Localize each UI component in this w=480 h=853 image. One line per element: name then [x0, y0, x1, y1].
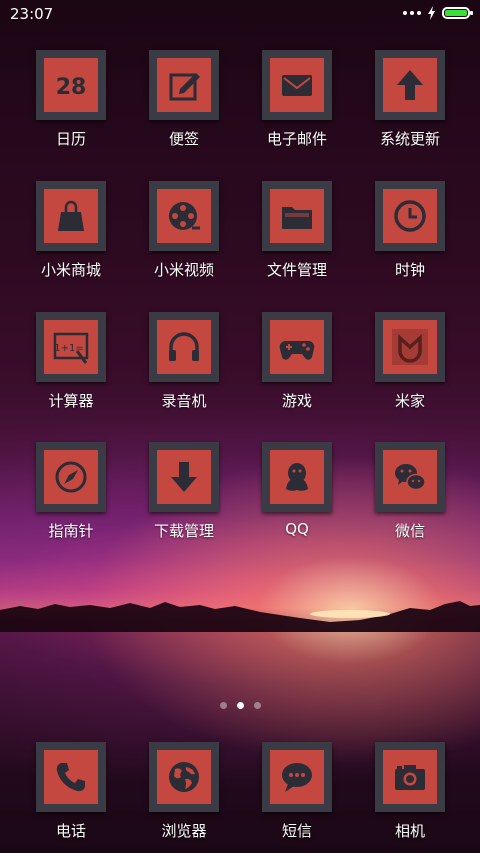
app-compass[interactable]: 指南针: [16, 442, 126, 541]
status-time: 23:07: [10, 5, 54, 23]
app-tile[interactable]: [262, 181, 332, 251]
app-tile[interactable]: [149, 442, 219, 512]
app-camera[interactable]: 相机: [355, 742, 465, 841]
app-label: 电子邮件: [266, 130, 327, 148]
app-label: 指南针: [48, 522, 94, 540]
folder-icon: [270, 189, 324, 243]
app-tile[interactable]: [149, 50, 219, 120]
app-qq-penguin[interactable]: QQ: [242, 442, 352, 538]
svg-text:28: 28: [56, 75, 87, 100]
notes-icon: [157, 58, 211, 112]
mijia-icon: [383, 320, 437, 374]
page-dot[interactable]: [236, 702, 244, 709]
app-tile[interactable]: [149, 742, 219, 812]
film-reel-icon: [157, 189, 211, 243]
message-bubble-icon: [270, 750, 324, 804]
page-indicator: [0, 702, 480, 709]
app-tile[interactable]: 1+1=: [36, 312, 106, 382]
app-mail[interactable]: 电子邮件: [242, 50, 352, 149]
app-update-arrow[interactable]: 系统更新: [355, 50, 465, 149]
app-tile[interactable]: [262, 50, 332, 120]
app-tile[interactable]: [36, 742, 106, 812]
app-clock[interactable]: 时钟: [355, 181, 465, 280]
app-phone[interactable]: 电话: [16, 742, 126, 841]
mountain-horizon-wallpaper: [0, 601, 480, 632]
app-notes[interactable]: 便签: [129, 50, 239, 149]
app-label: 时钟: [394, 261, 425, 279]
app-gamepad[interactable]: 游戏: [242, 312, 352, 411]
app-globe[interactable]: 浏览器: [129, 742, 239, 841]
calendar-icon: 28: [44, 58, 98, 112]
app-label: 日历: [55, 130, 86, 148]
page-dot[interactable]: [253, 702, 261, 709]
app-label: 游戏: [281, 392, 312, 410]
app-wechat[interactable]: 微信: [355, 442, 465, 541]
calculator-icon: 1+1=: [44, 320, 98, 374]
mail-icon: [270, 58, 324, 112]
compass-icon: [44, 450, 98, 504]
battery-icon: [442, 7, 473, 19]
app-label: 小米视频: [153, 261, 214, 279]
update-arrow-icon: [383, 58, 437, 112]
gamepad-icon: [270, 320, 324, 374]
app-label: 录音机: [161, 392, 207, 410]
app-label: 浏览器: [161, 822, 207, 840]
app-folder[interactable]: 文件管理: [242, 181, 352, 280]
app-label: QQ: [285, 520, 309, 538]
app-mijia[interactable]: 米家: [355, 312, 465, 411]
app-label: 便签: [168, 130, 199, 148]
app-label: 小米商城: [40, 261, 101, 279]
globe-icon: [157, 750, 211, 804]
app-label: 下载管理: [153, 522, 214, 540]
app-label: 系统更新: [379, 130, 440, 148]
shopping-bag-icon: [44, 189, 98, 243]
phone-icon: [44, 750, 98, 804]
app-tile[interactable]: [36, 442, 106, 512]
app-calendar[interactable]: 28 日历: [16, 50, 126, 149]
battery-level-fill: [445, 10, 467, 16]
wechat-icon: [383, 450, 437, 504]
page-dot[interactable]: [219, 702, 227, 709]
app-message-bubble[interactable]: 短信: [242, 742, 352, 841]
app-tile[interactable]: [262, 312, 332, 382]
app-tile[interactable]: [262, 442, 332, 512]
app-label: 相机: [394, 822, 425, 840]
app-tile[interactable]: [149, 312, 219, 382]
clock-icon: [383, 189, 437, 243]
app-tile[interactable]: [375, 50, 445, 120]
app-label: 短信: [281, 822, 312, 840]
app-tile[interactable]: [375, 312, 445, 382]
app-label: 电话: [55, 822, 86, 840]
qq-penguin-icon: [270, 450, 324, 504]
app-film-reel[interactable]: 小米视频: [129, 181, 239, 280]
app-tile[interactable]: [36, 181, 106, 251]
headphones-icon: [157, 320, 211, 374]
app-shopping-bag[interactable]: 小米商城: [16, 181, 126, 280]
app-label: 微信: [394, 522, 425, 540]
camera-icon: [383, 750, 437, 804]
app-tile[interactable]: 28: [36, 50, 106, 120]
app-calculator[interactable]: 1+1= 计算器: [16, 312, 126, 411]
app-tile[interactable]: [375, 742, 445, 812]
notification-dots-icon: [403, 11, 421, 15]
app-tile[interactable]: [262, 742, 332, 812]
download-arrow-icon: [157, 450, 211, 504]
app-download-arrow[interactable]: 下载管理: [129, 442, 239, 541]
status-bar: 23:07: [0, 0, 480, 30]
app-label: 计算器: [48, 392, 94, 410]
app-tile[interactable]: [375, 181, 445, 251]
app-tile[interactable]: [149, 181, 219, 251]
home-screen: 23:07 28 日历 便签 电子邮件 系统更新小米商城 小米视频 文件管理 时钟 1+1= 计算…: [0, 0, 480, 853]
app-label: 米家: [394, 392, 425, 410]
app-headphones[interactable]: 录音机: [129, 312, 239, 411]
app-tile[interactable]: [375, 442, 445, 512]
app-label: 文件管理: [266, 261, 327, 279]
charging-bolt-icon: [428, 6, 435, 20]
status-icons: [403, 6, 473, 20]
